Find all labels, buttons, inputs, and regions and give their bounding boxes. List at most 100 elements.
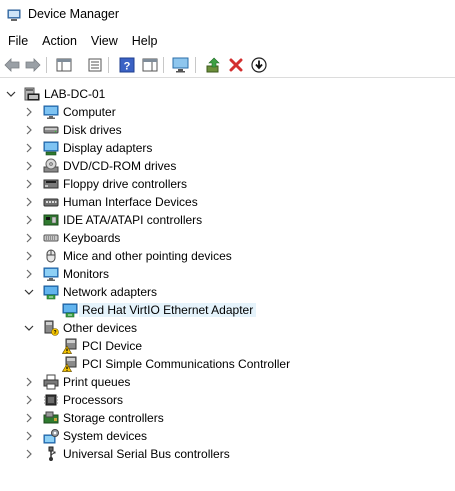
expand-chevron-icon[interactable] (24, 211, 34, 229)
expand-chevron-icon[interactable] (24, 427, 34, 445)
tree-category-processors[interactable]: Processors (0, 391, 455, 409)
tree-device-red-hat-virtio-ethernet-adapter[interactable]: Red Hat VirtIO Ethernet Adapter (0, 301, 455, 319)
expand-chevron-icon[interactable] (24, 175, 34, 193)
tree-node-label: Monitors (63, 267, 110, 281)
tree-category-disk-drives[interactable]: Disk drives (0, 121, 455, 139)
uninstall-icon[interactable] (227, 56, 245, 74)
collapse-chevron-icon[interactable] (24, 283, 34, 301)
expand-chevron-icon[interactable] (24, 193, 34, 211)
ide-controller-icon (43, 212, 59, 228)
printer-icon (43, 374, 59, 390)
monitor-icon (43, 266, 59, 282)
monitor-scan-icon[interactable] (172, 56, 190, 74)
tree-node-label: Human Interface Devices (63, 195, 198, 209)
tree-category-ide-ata-atapi-controllers[interactable]: IDE ATA/ATAPI controllers (0, 211, 455, 229)
svg-text:?: ? (124, 61, 131, 73)
show-hide-tree-icon[interactable] (55, 56, 73, 74)
menu-action[interactable]: Action (35, 31, 84, 51)
mouse-icon (43, 248, 59, 264)
hid-icon (43, 194, 59, 210)
system-devices-icon (43, 428, 59, 444)
tree-node-label: Storage controllers (63, 411, 164, 425)
other-devices-icon: ? (43, 320, 59, 336)
tree-category-other-devices[interactable]: ? Other devices (0, 319, 455, 337)
tree-node-label: Disk drives (63, 123, 122, 137)
tree-node-label: Red Hat VirtIO Ethernet Adapter (79, 303, 257, 317)
tree-node-label: System devices (63, 429, 148, 443)
expand-chevron-icon[interactable] (24, 373, 34, 391)
warning-device-icon (61, 338, 78, 354)
menu-help[interactable]: Help (125, 31, 165, 51)
toolbar-separator (163, 57, 164, 73)
tree-category-floppy-drive-controllers[interactable]: Floppy drive controllers (0, 175, 455, 193)
menu-view[interactable]: View (84, 31, 125, 51)
warning-device-icon (61, 356, 78, 372)
tree-category-universal-serial-bus-controllers[interactable]: Universal Serial Bus controllers (0, 445, 455, 463)
network-adapter-icon (43, 284, 59, 300)
expand-chevron-icon[interactable] (24, 409, 34, 427)
tree-category-computer[interactable]: Computer (0, 103, 455, 121)
tree-category-storage-controllers[interactable]: Storage controllers (0, 409, 455, 427)
expand-chevron-icon[interactable] (24, 121, 34, 139)
tree-category-display-adapters[interactable]: Display adapters (0, 139, 455, 157)
disk-drive-icon (43, 122, 59, 138)
forward-icon[interactable] (24, 56, 42, 74)
toolbar-separator (46, 57, 47, 73)
tree-node-label: Other devices (63, 321, 138, 335)
tree-device-pci-device[interactable]: PCI Device (0, 337, 455, 355)
expand-chevron-icon[interactable] (24, 247, 34, 265)
tree-node-label: Processors (63, 393, 124, 407)
processor-icon (43, 392, 59, 408)
action-pane-icon[interactable] (141, 56, 159, 74)
expand-chevron-icon[interactable] (24, 229, 34, 247)
tree-node-label: IDE ATA/ATAPI controllers (63, 213, 203, 227)
tree-node-label: Display adapters (63, 141, 153, 155)
expand-chevron-icon[interactable] (24, 139, 34, 157)
collapse-chevron-icon[interactable] (6, 85, 16, 103)
tree-node-label: Keyboards (63, 231, 121, 245)
device-manager-app-icon (7, 8, 21, 22)
expand-chevron-icon[interactable] (24, 445, 34, 463)
tree-device-pci-simple-communications-controller[interactable]: PCI Simple Communications Controller (0, 355, 455, 373)
tree-node-label: Computer (63, 105, 116, 119)
collapse-chevron-icon[interactable] (24, 319, 34, 337)
window-title: Device Manager (28, 7, 120, 21)
tree-node-label: Network adapters (63, 285, 158, 299)
tree-node-label: PCI Simple Communications Controller (82, 357, 291, 371)
tree-root-lab-dc-01[interactable]: LAB-DC-01 (0, 85, 455, 103)
disable-device-icon[interactable] (250, 56, 268, 74)
tree-category-human-interface-devices[interactable]: Human Interface Devices (0, 193, 455, 211)
tree-category-system-devices[interactable]: System devices (0, 427, 455, 445)
update-driver-icon[interactable] (205, 56, 223, 74)
computer-icon (43, 104, 59, 120)
tree-node-label: Print queues (63, 375, 131, 389)
expand-chevron-icon[interactable] (24, 157, 34, 175)
svg-text:?: ? (53, 330, 56, 336)
dvd-drive-icon (43, 158, 59, 174)
tree-category-monitors[interactable]: Monitors (0, 265, 455, 283)
tree-category-print-queues[interactable]: Print queues (0, 373, 455, 391)
tree-node-label: LAB-DC-01 (44, 87, 106, 101)
properties-icon[interactable] (86, 56, 104, 74)
tree-node-label: Universal Serial Bus controllers (63, 447, 230, 461)
tree-node-label: DVD/CD-ROM drives (63, 159, 177, 173)
help-icon[interactable]: ? (118, 56, 136, 74)
usb-icon (43, 446, 59, 462)
expand-chevron-icon[interactable] (24, 391, 34, 409)
display-adapter-icon (43, 140, 59, 156)
back-icon[interactable] (3, 56, 21, 74)
menu-file[interactable]: File (0, 31, 35, 51)
menu-bar: File Action View Help (0, 31, 455, 51)
tree-category-network-adapters[interactable]: Network adapters (0, 283, 455, 301)
expand-chevron-icon[interactable] (24, 103, 34, 121)
tree-category-keyboards[interactable]: Keyboards (0, 229, 455, 247)
floppy-controller-icon (43, 176, 59, 192)
expand-chevron-icon[interactable] (24, 265, 34, 283)
tree-category-mice-and-other-pointing-devices[interactable]: Mice and other pointing devices (0, 247, 455, 265)
storage-controller-icon (43, 410, 59, 426)
tree-category-dvd-cd-rom-drives[interactable]: DVD/CD-ROM drives (0, 157, 455, 175)
device-tree: LAB-DC-01 Computer Disk drives Display adap… (0, 80, 455, 491)
